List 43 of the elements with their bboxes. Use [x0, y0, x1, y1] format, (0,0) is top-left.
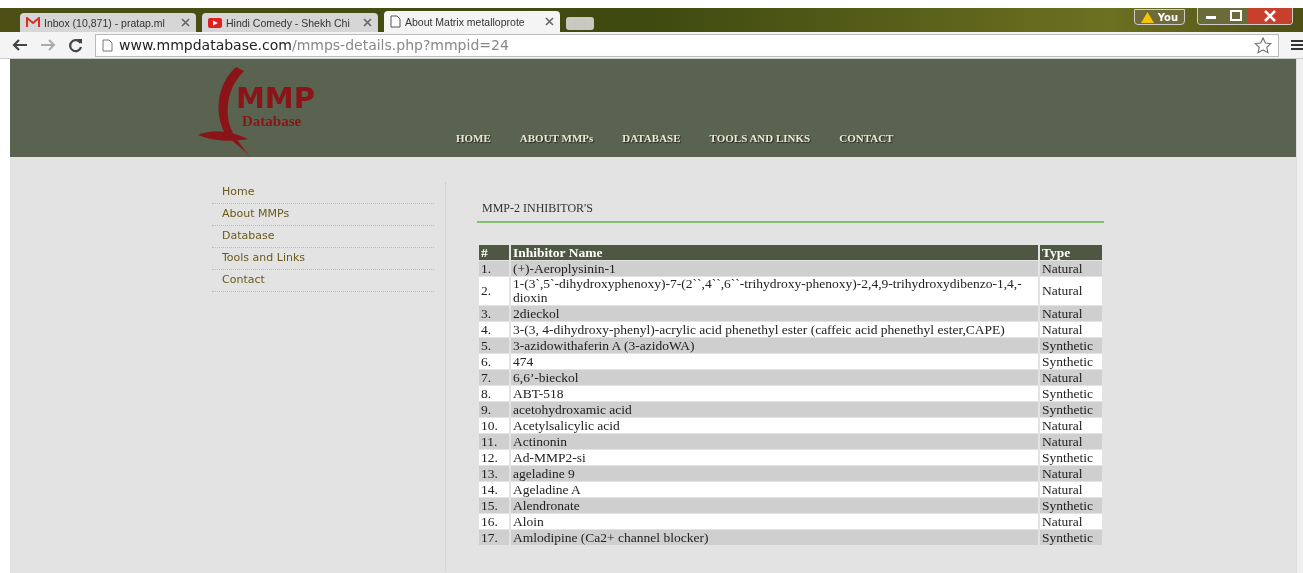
close-icon[interactable] — [181, 18, 190, 27]
sidebar-link[interactable]: About MMPs — [212, 204, 434, 226]
maximize-icon[interactable] — [1224, 8, 1248, 24]
browser-tab[interactable]: About Matrix metalloprote — [384, 11, 560, 32]
back-icon[interactable] — [12, 38, 28, 52]
table-cell: 1-(3`,5`-dihydroxyphenoxy)-7-(2``,4``,6``-trihydroxy-phenoxy)-2,4,9-trihydroxydibenzo-1,4,-dioxin — [510, 276, 1039, 306]
video-icon — [208, 17, 222, 28]
nav-link[interactable]: ABOUT MMPs — [519, 132, 594, 144]
sidebar-link[interactable]: Tools and Links — [212, 248, 434, 270]
logo-title: MMP — [236, 83, 315, 113]
address-field[interactable]: www.mmpdatabase.com/mmps-details.php?mmpid=24 — [95, 33, 1279, 57]
table-cell: Natural — [1039, 276, 1103, 306]
section-heading: MMP-2 INHIBITOR'S — [477, 182, 1104, 223]
column-header: Type — [1039, 245, 1103, 261]
page-icon — [390, 15, 401, 28]
page-icon — [102, 38, 113, 52]
nav-link[interactable]: DATABASE — [622, 132, 681, 144]
minimize-icon[interactable] — [1198, 8, 1224, 24]
warning-icon — [1140, 11, 1154, 23]
star-icon[interactable] — [1254, 36, 1272, 54]
profile-button[interactable]: You — [1133, 9, 1185, 25]
table-cell: (+)-Aeroplysinin-1 — [510, 260, 1039, 277]
browser-tab[interactable]: Inbox (10,871) - pratap.ml — [20, 13, 196, 32]
close-icon[interactable] — [363, 18, 372, 27]
column-header: Inhibitor Name — [510, 245, 1039, 261]
column-header: # — [478, 245, 510, 261]
mail-icon — [26, 17, 40, 28]
table-cell: Natural — [1039, 260, 1103, 277]
sidebar-link[interactable]: Home — [212, 182, 434, 204]
menu-icon[interactable] — [1291, 39, 1303, 51]
nav-link[interactable]: CONTACT — [839, 132, 894, 144]
close-icon[interactable] — [545, 17, 554, 26]
browser-tab[interactable]: Hindi Comedy - Shekh Chi — [202, 13, 378, 32]
reload-icon[interactable] — [68, 37, 83, 53]
table-cell: 1. — [478, 260, 510, 277]
table-cell: 2. — [478, 276, 510, 306]
logo-subtitle: Database — [242, 113, 303, 130]
sidebar-link[interactable]: Contact — [212, 270, 434, 292]
scrollbar[interactable] — [1296, 59, 1303, 573]
sidebar-link[interactable]: Database — [212, 226, 434, 248]
nav-link[interactable]: TOOLS AND LINKS — [709, 132, 811, 144]
close-icon[interactable] — [1248, 8, 1292, 24]
nav-link[interactable]: HOME — [456, 132, 491, 144]
